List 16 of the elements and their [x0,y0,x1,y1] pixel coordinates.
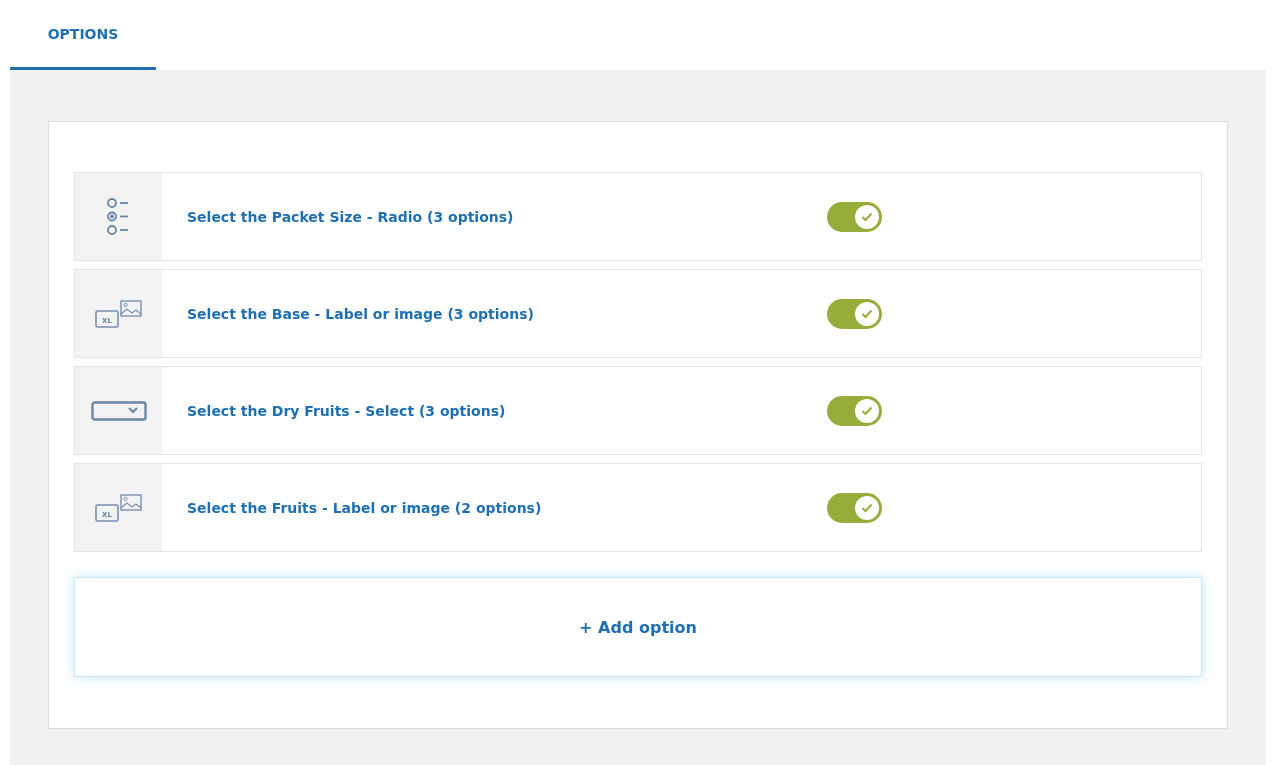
check-icon [861,308,873,319]
toggle-switch[interactable] [827,298,882,329]
check-icon [861,502,873,513]
option-row[interactable]: Select the Packet Size - Radio (3 options) [74,172,1202,261]
dropdown-icon [90,400,147,421]
check-icon [861,211,873,222]
option-title: Select the Fruits - Label or image (2 options) [187,499,543,516]
option-row[interactable]: Select the Dry Fruits - Select (3 options) [74,366,1202,455]
option-title: Select the Dry Fruits - Select (3 options) [187,402,507,419]
toggle-switch[interactable] [827,492,882,523]
check-icon [861,405,873,416]
add-option-button[interactable]: + Add option [74,577,1202,677]
option-title: Select the Packet Size - Radio (3 options) [187,208,515,225]
toggle-switch[interactable] [827,395,882,426]
option-title: Select the Base - Label or image (3 options) [187,305,535,322]
toggle-switch[interactable] [827,201,882,232]
